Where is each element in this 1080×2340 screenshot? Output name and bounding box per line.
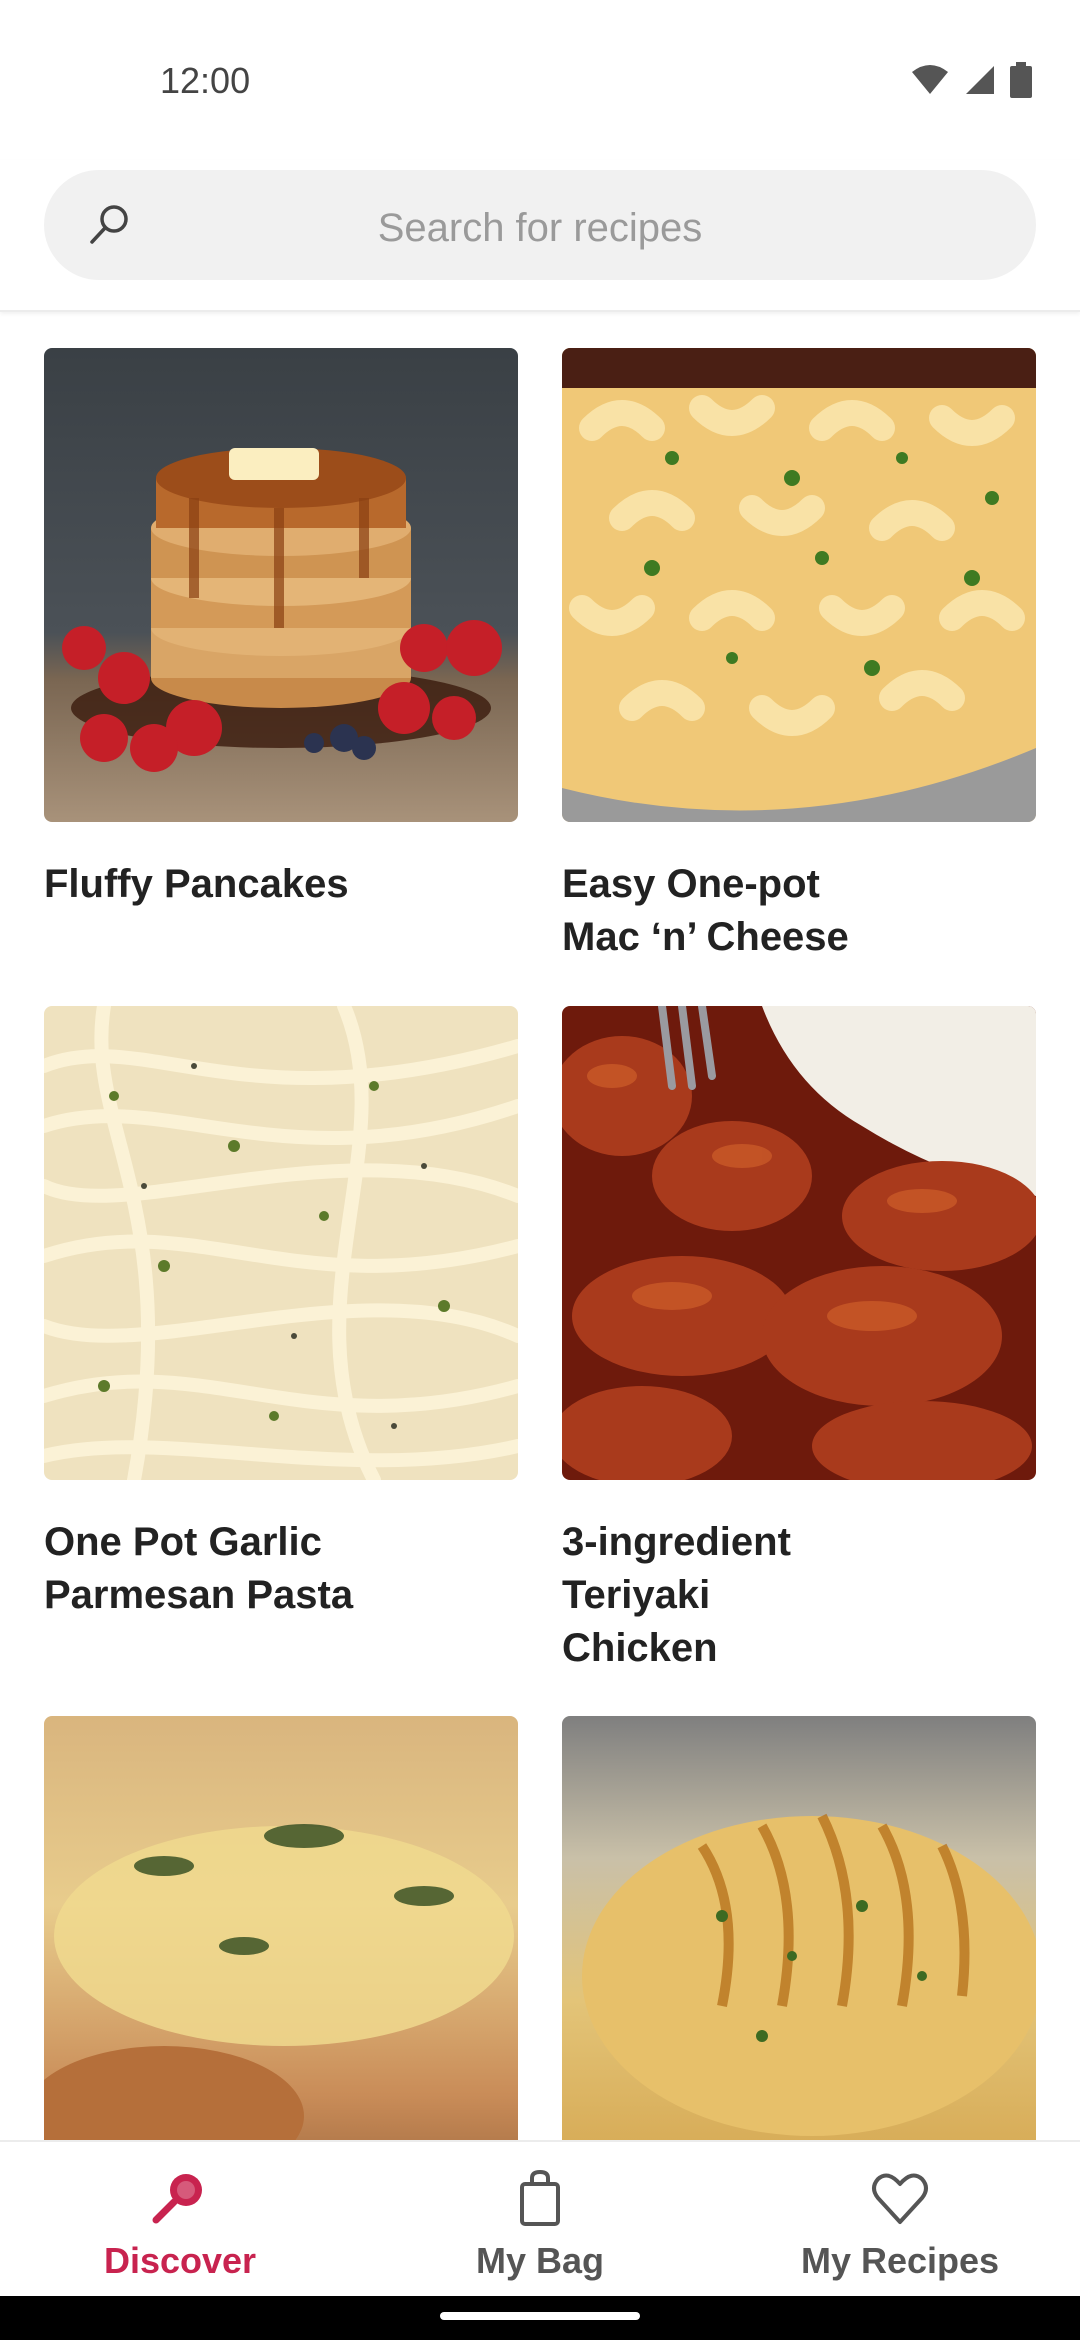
recipe-image-pancakes[interactable] bbox=[44, 348, 518, 822]
nav-label-discover: Discover bbox=[103, 2240, 257, 2281]
heart-icon bbox=[872, 2173, 928, 2224]
status-bar: 12:00 bbox=[0, 0, 1080, 160]
recipe-title[interactable]: Fluffy Pancakes bbox=[44, 858, 518, 911]
recipe-image-teriyaki-chicken[interactable] bbox=[562, 1006, 1036, 1480]
recipe-card-creamy-chicken[interactable] bbox=[44, 1716, 518, 2140]
recipe-card-teriyaki-chicken[interactable]: 3-ingredient Teriyaki Chicken bbox=[562, 1006, 1036, 1675]
recipe-card-fluffy-pancakes[interactable]: Fluffy Pancakes bbox=[44, 348, 518, 911]
recipe-title[interactable]: One Pot Garlic Parmesan Pasta bbox=[44, 1516, 404, 1622]
search-header: Search for recipes bbox=[0, 160, 1080, 312]
status-time: 12:00 bbox=[160, 60, 251, 101]
recipe-title[interactable]: Easy One-pot Mac ‘n’ Cheese bbox=[562, 858, 892, 964]
bottom-navigation: Discover My Bag My Recipes bbox=[0, 2140, 1080, 2296]
wifi-icon bbox=[912, 65, 948, 94]
recipe-image-garlic-parmesan-pasta[interactable] bbox=[44, 1006, 518, 1480]
cellular-signal-icon bbox=[966, 66, 994, 94]
home-gesture-handle[interactable] bbox=[440, 2312, 640, 2320]
battery-icon bbox=[1010, 62, 1032, 98]
nav-label-my-recipes: My Recipes bbox=[800, 2240, 1000, 2281]
recipe-card-hasselback-chicken[interactable] bbox=[562, 1716, 1036, 2140]
nav-item-my-recipes[interactable]: My Recipes bbox=[720, 2142, 1080, 2298]
search-icon bbox=[152, 2174, 202, 2224]
nav-item-my-bag[interactable]: My Bag bbox=[360, 2142, 720, 2298]
system-gesture-bar bbox=[0, 2296, 1080, 2340]
search-input[interactable]: Search for recipes bbox=[44, 206, 1036, 251]
recipe-title[interactable]: 3-ingredient Teriyaki Chicken bbox=[562, 1516, 822, 1675]
nav-label-my-bag: My Bag bbox=[475, 2240, 605, 2281]
nav-item-discover[interactable]: Discover bbox=[0, 2142, 360, 2298]
recipe-image-mac-and-cheese[interactable] bbox=[562, 348, 1036, 822]
recipe-image-hasselback-chicken[interactable] bbox=[562, 1716, 1036, 2140]
recipe-card-garlic-parmesan-pasta[interactable]: One Pot Garlic Parmesan Pasta bbox=[44, 1006, 518, 1622]
status-icons bbox=[910, 62, 1032, 98]
search-bar[interactable]: Search for recipes bbox=[44, 170, 1036, 280]
recipe-image-creamy-chicken[interactable] bbox=[44, 1716, 518, 2140]
shopping-bag-icon bbox=[520, 2169, 560, 2226]
recipe-card-mac-and-cheese[interactable]: Easy One-pot Mac ‘n’ Cheese bbox=[562, 348, 1036, 964]
recipe-grid: Fluffy Pancakes Easy One-pot Mac ‘n’ Che… bbox=[0, 312, 1080, 2140]
